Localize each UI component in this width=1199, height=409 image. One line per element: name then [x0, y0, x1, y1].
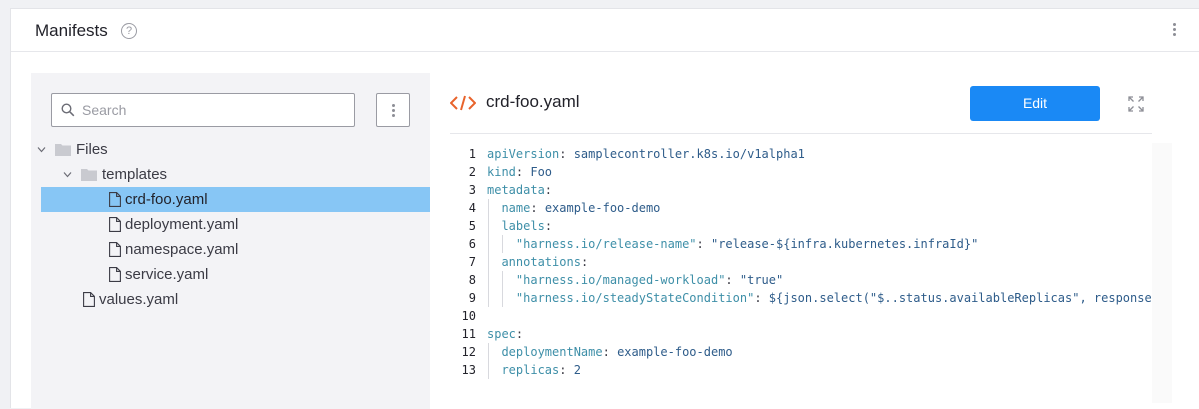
panel-title: Manifests	[35, 21, 108, 40]
code-line: 13 replicas: 2	[450, 361, 1152, 379]
code-line: 12 deploymentName: example-foo-demo	[450, 343, 1152, 361]
yaml-value: Foo	[530, 165, 553, 179]
yaml-key: "harness.io/managed-workload"	[515, 273, 726, 287]
code-line: 10	[450, 307, 1152, 325]
code-line: 8 "harness.io/managed-workload": "true"	[450, 271, 1152, 289]
line-number: 12	[461, 345, 476, 359]
code-brackets-icon	[450, 95, 476, 111]
file-icon	[83, 292, 95, 307]
yaml-value: samplecontroller.k8s.io/v1alpha1	[573, 147, 805, 161]
yaml-separator: :	[754, 291, 769, 305]
expand-icon[interactable]	[1128, 96, 1144, 112]
code-view[interactable]: 1 apiVersion: samplecontroller.k8s.io/v1a…	[450, 145, 1152, 405]
tree-item[interactable]: values.yaml	[31, 287, 430, 312]
yaml-separator: :	[696, 237, 711, 251]
code-line: 6 "harness.io/release-name": "release-${…	[450, 235, 1152, 253]
yaml-value: "true"	[739, 273, 784, 287]
yaml-value: example-foo-demo	[544, 201, 661, 215]
code-line: 4 name: example-foo-demo	[450, 199, 1152, 217]
yaml-value: example-foo-demo	[617, 345, 733, 359]
yaml-key: annotations	[501, 255, 581, 269]
line-number: 3	[468, 183, 476, 197]
yaml-key: replicas	[501, 363, 560, 377]
search-input[interactable]	[82, 100, 342, 120]
line-number: 8	[468, 273, 476, 287]
tree-item-label: crd-foo.yaml	[125, 191, 208, 208]
line-number: 11	[461, 327, 476, 341]
tree-item[interactable]: namespace.yaml	[31, 237, 430, 262]
yaml-separator: :	[530, 201, 545, 215]
panel-header: Manifests ?	[11, 9, 1199, 52]
tree-item[interactable]: templates	[31, 162, 430, 187]
file-editor: crd-foo.yaml Edit 1 apiVersion: samplecon…	[430, 73, 1199, 409]
code-line: 9 "harness.io/steadyStateCondition": ${j…	[450, 289, 1152, 307]
line-number: 7	[468, 255, 476, 269]
editor-divider	[450, 133, 1152, 134]
yaml-separator: :	[515, 165, 531, 179]
yaml-separator: :	[602, 345, 618, 359]
manifests-panel: Manifests ? Files templates crd-foo.yaml de…	[10, 8, 1199, 409]
edit-button[interactable]: Edit	[970, 86, 1100, 121]
line-number: 5	[468, 219, 476, 233]
tree-item[interactable]: crd-foo.yaml	[41, 187, 430, 212]
search-field[interactable]	[51, 93, 355, 127]
yaml-separator: :	[544, 219, 553, 233]
tree-item-label: namespace.yaml	[125, 241, 239, 258]
line-number: 6	[468, 237, 476, 251]
yaml-value: 2	[573, 363, 581, 377]
question-circle-icon[interactable]: ?	[121, 23, 137, 39]
yaml-separator: :	[580, 255, 589, 269]
code-line: 5 labels:	[450, 217, 1152, 235]
file-icon	[109, 217, 121, 232]
folder-icon	[81, 169, 97, 181]
chevron-down-icon[interactable]	[63, 170, 72, 179]
code-line: 7 annotations:	[450, 253, 1152, 271]
yaml-separator: :	[515, 327, 524, 341]
code-line: 11 spec:	[450, 325, 1152, 343]
file-tree-pane: Files templates crd-foo.yaml deployment.yam…	[31, 73, 430, 409]
line-number: 4	[468, 201, 476, 215]
yaml-key: "harness.io/steadyStateCondition"	[515, 291, 755, 305]
line-number: 13	[461, 363, 476, 377]
tree-item[interactable]: Files	[31, 137, 430, 162]
yaml-key: labels	[501, 219, 545, 233]
file-icon	[109, 242, 121, 257]
editor-scrollbar[interactable]	[1152, 143, 1172, 403]
tree-item-label: values.yaml	[99, 291, 179, 308]
chevron-down-icon[interactable]	[37, 145, 46, 154]
kebab-vertical-icon[interactable]	[1171, 23, 1177, 39]
code-line: 2 kind: Foo	[450, 163, 1152, 181]
tree-item-label: service.yaml	[125, 266, 209, 283]
line-number: 2	[468, 165, 476, 179]
tree-item-label: Files	[76, 141, 108, 158]
search-icon	[61, 103, 75, 117]
file-title: crd-foo.yaml	[486, 92, 580, 111]
file-icon	[109, 267, 121, 282]
yaml-separator: :	[544, 183, 553, 197]
folder-icon	[55, 144, 71, 156]
tree-item[interactable]: deployment.yaml	[31, 212, 430, 237]
code-line: 1 apiVersion: samplecontroller.k8s.io/v1a…	[450, 145, 1152, 163]
yaml-key: "harness.io/release-name"	[515, 237, 697, 251]
yaml-key: kind	[487, 165, 516, 179]
line-number: 10	[461, 309, 476, 323]
yaml-key: deploymentName	[501, 345, 603, 359]
tree-menu-button[interactable]	[376, 93, 410, 127]
yaml-key: spec	[487, 327, 516, 341]
yaml-separator: :	[725, 273, 740, 287]
yaml-separator: :	[559, 147, 574, 161]
yaml-key: metadata	[487, 183, 545, 197]
tree-item-label: templates	[102, 166, 168, 183]
yaml-key: name	[501, 201, 531, 215]
tree-item-label: deployment.yaml	[125, 216, 239, 233]
code-line: 3 metadata:	[450, 181, 1152, 199]
line-number: 9	[468, 291, 476, 305]
yaml-separator: :	[559, 363, 574, 377]
yaml-value: ${json.select("$..status.availableReplic…	[768, 291, 1152, 305]
yaml-key: apiVersion	[487, 147, 560, 161]
line-number: 1	[468, 147, 476, 161]
file-icon	[109, 192, 121, 207]
tree-item[interactable]: service.yaml	[31, 262, 430, 287]
yaml-value: "release-${infra.kubernetes.infraId}"	[710, 237, 979, 251]
